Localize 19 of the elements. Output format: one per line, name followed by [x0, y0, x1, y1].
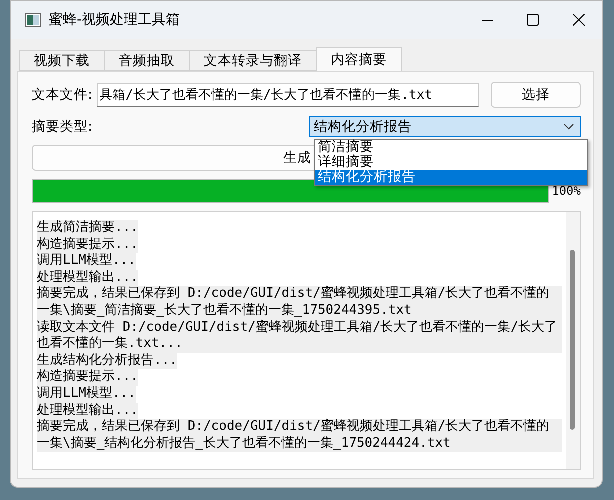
dropdown-option[interactable]: 简洁摘要 — [315, 140, 587, 155]
file-label: 文本文件: — [32, 86, 93, 104]
choose-button[interactable]: 选择 — [491, 82, 581, 108]
window-title: 蜜蜂-视频处理工具箱 — [49, 11, 182, 29]
chevron-icon — [564, 124, 574, 130]
tab[interactable]: 音频抽取 — [104, 50, 190, 71]
scrollbar[interactable] — [566, 212, 580, 469]
tab[interactable]: 文本转录与翻译 — [189, 50, 317, 71]
tab[interactable]: 内容摘要 — [316, 47, 402, 71]
progress-reading: 100% — [552, 184, 581, 198]
dropdown-option[interactable]: 详细摘要 — [315, 155, 587, 170]
close-icon — [573, 14, 585, 26]
app-icon — [25, 13, 41, 27]
maximize-icon — [527, 14, 539, 26]
tab[interactable]: 视频下载 — [19, 50, 105, 71]
file-path-field[interactable]: 具箱/长大了也看不懂的一集/长大了也看不懂的一集.txt — [96, 83, 479, 107]
summary-type-label: 摘要类型: — [32, 118, 93, 136]
dropdown-option[interactable]: 结构化分析报告 — [315, 170, 587, 185]
summary-type-dropdown[interactable]: 结构化分析报告 — [309, 116, 581, 137]
